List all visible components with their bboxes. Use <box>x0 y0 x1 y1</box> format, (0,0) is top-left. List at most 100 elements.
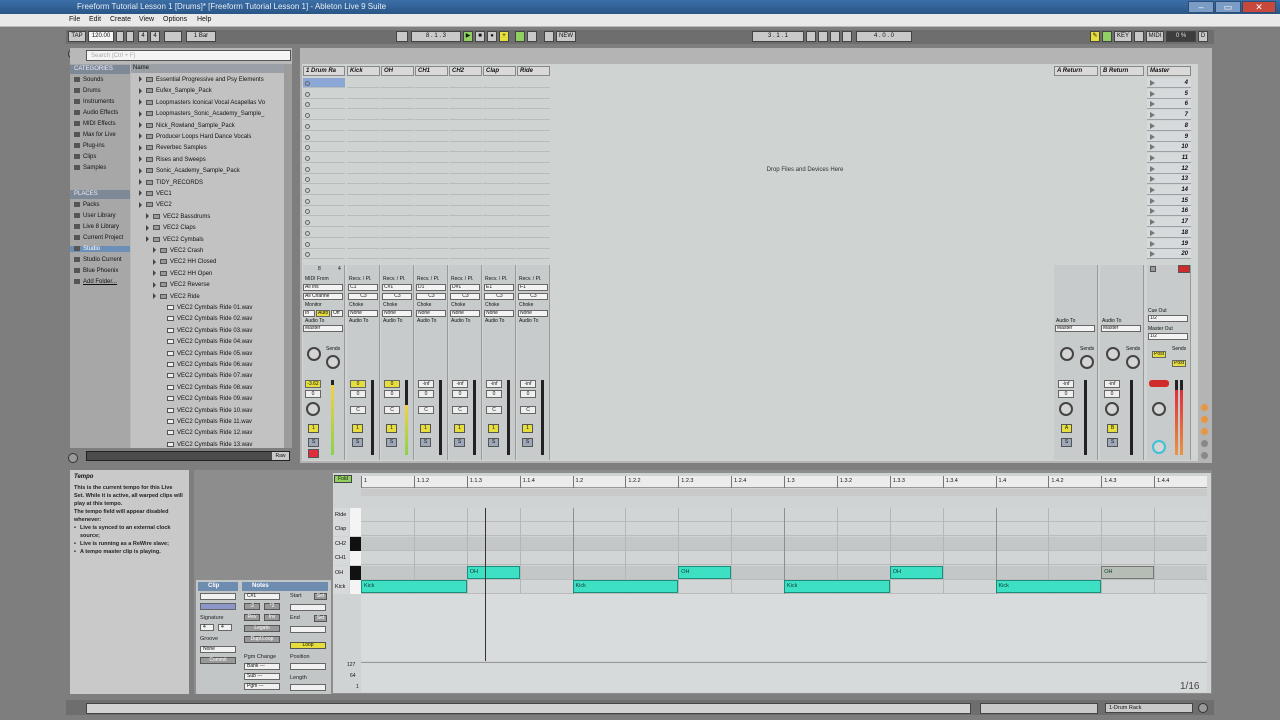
clip-slot[interactable] <box>483 239 516 249</box>
send-knob[interactable] <box>1060 347 1074 361</box>
browser-item[interactable]: Rises and Sweeps <box>139 155 206 165</box>
clip-slot[interactable] <box>483 78 516 88</box>
clip-slot[interactable] <box>483 121 516 131</box>
clip-slot[interactable] <box>347 89 380 99</box>
clip-slot[interactable] <box>415 153 448 163</box>
post-toggle-button[interactable]: Post <box>1152 351 1166 358</box>
halve-button[interactable]: :2 <box>244 603 260 610</box>
expand-arrow-icon[interactable] <box>139 156 142 163</box>
chain-activator-button[interactable]: 1 <box>454 424 465 433</box>
return-pan-field[interactable]: 0 <box>1058 390 1074 398</box>
monitor-in-button[interactable]: In <box>303 310 315 317</box>
clip-slot[interactable] <box>303 89 345 99</box>
reenable-automation-button[interactable] <box>527 31 537 42</box>
tempo-field[interactable]: 120.00 <box>88 31 114 42</box>
category-clips[interactable]: Clips <box>74 154 96 160</box>
tap-tempo-button[interactable]: TAP <box>68 31 86 42</box>
master-out-select[interactable]: 1/2 <box>1148 333 1188 340</box>
expand-arrow-icon[interactable] <box>153 247 156 254</box>
browser-scrollbar[interactable] <box>284 64 292 448</box>
expand-arrow-icon[interactable] <box>146 236 149 243</box>
clip-slot[interactable] <box>347 239 380 249</box>
clip-slot[interactable] <box>449 164 482 174</box>
browser-item[interactable]: VEC2 Cymbals Ride 02.wav <box>160 314 252 324</box>
duplicate-loop-button[interactable]: Dupl.Loop <box>244 636 280 643</box>
clip-slot[interactable] <box>483 249 516 260</box>
clip-slot[interactable] <box>449 99 482 110</box>
clip-slot[interactable] <box>381 142 414 153</box>
clip-slot[interactable] <box>449 174 482 185</box>
punch-out-button[interactable] <box>830 31 840 42</box>
slot-record-icon[interactable] <box>305 209 310 215</box>
solo-button[interactable]: S <box>308 438 319 447</box>
browser-item[interactable]: Loopmasters Iconical Vocal Acapellas Vo <box>139 98 265 108</box>
clip-slot[interactable] <box>517 132 550 142</box>
start-set-button[interactable]: Set <box>314 593 327 600</box>
clip-slot[interactable] <box>415 206 448 217</box>
browser-item[interactable]: VEC2 Cymbals Ride 03.wav <box>160 326 252 336</box>
slot-record-icon[interactable] <box>305 123 310 129</box>
start-field[interactable] <box>290 604 326 611</box>
fold-button[interactable]: Fold <box>334 475 352 483</box>
scene-launch-button[interactable]: 11 <box>1147 152 1191 163</box>
menu-help[interactable]: Help <box>197 16 211 23</box>
chain-solo-button[interactable]: S <box>488 438 499 447</box>
clip-color[interactable] <box>200 603 236 610</box>
slot-record-icon[interactable] <box>305 188 310 193</box>
chain-solo-button[interactable]: S <box>386 438 397 447</box>
midi-note[interactable]: Kick <box>784 580 890 593</box>
choke-select[interactable]: None <box>416 310 446 317</box>
clip-slot[interactable] <box>381 164 414 174</box>
clip-slot[interactable] <box>347 164 380 174</box>
browser-item[interactable]: VEC2 HH Closed <box>153 257 216 267</box>
send-knob[interactable] <box>1080 355 1094 369</box>
expand-arrow-icon[interactable] <box>146 213 149 220</box>
return-pan-field[interactable]: 0 <box>1104 390 1120 398</box>
loop-brace[interactable] <box>361 489 1207 496</box>
note-name-field[interactable]: C#1 <box>244 593 280 600</box>
return-volume-field[interactable]: -inf <box>1104 380 1120 388</box>
expand-arrow-icon[interactable] <box>139 144 142 151</box>
slot-record-icon[interactable] <box>305 166 310 172</box>
category-max-for-live[interactable]: Max for Live <box>74 132 116 138</box>
expand-arrow-icon[interactable] <box>139 87 142 94</box>
scene-launch-button[interactable]: 20 <box>1147 249 1191 260</box>
chain-center-field[interactable]: C <box>486 406 502 414</box>
pan-knob[interactable] <box>306 402 320 416</box>
clip-slot[interactable] <box>381 121 414 131</box>
browser-item[interactable]: VEC2 Cymbals Ride 09.wav <box>160 394 252 404</box>
loop-start-field[interactable]: 3 . 1 . 1 <box>752 31 804 42</box>
clip-slot[interactable] <box>483 174 516 185</box>
expand-arrow-icon[interactable] <box>139 179 142 186</box>
choke-select[interactable]: None <box>450 310 480 317</box>
clip-slot[interactable] <box>303 206 345 217</box>
track-header-6[interactable]: Ride <box>517 66 550 76</box>
clip-slot[interactable] <box>517 164 550 174</box>
slot-record-icon[interactable] <box>305 102 310 108</box>
category-drums[interactable]: Drums <box>74 88 101 94</box>
clip-slot[interactable] <box>303 164 345 174</box>
clip-slot[interactable] <box>483 164 516 174</box>
browser-item[interactable]: VEC2 Cymbals Ride 06.wav <box>160 360 252 370</box>
clip-name-field[interactable] <box>200 593 236 600</box>
browser-item[interactable]: VEC2 HH Open <box>153 269 212 279</box>
clip-slot[interactable] <box>303 99 345 110</box>
scene-launch-button[interactable]: 14 <box>1147 185 1191 195</box>
close-button[interactable]: ✕ <box>1242 1 1276 13</box>
piano-key-label[interactable]: CH1 <box>333 551 349 566</box>
clip-slot[interactable] <box>303 174 345 185</box>
velocity-editor[interactable] <box>361 662 1207 692</box>
end-field[interactable] <box>290 626 326 633</box>
chain-center-field[interactable]: C <box>520 406 536 414</box>
double-button[interactable]: *2 <box>264 603 280 610</box>
clip-slot[interactable] <box>517 142 550 153</box>
browser-item[interactable]: VEC2 Cymbals Ride 05.wav <box>160 349 252 359</box>
return-track-header[interactable]: A Return <box>1054 66 1098 76</box>
record-button[interactable]: ● <box>487 31 497 42</box>
receive-note-select[interactable]: D1 <box>416 284 446 291</box>
piano-key[interactable] <box>350 565 361 580</box>
chain-activator-button[interactable]: 1 <box>352 424 363 433</box>
clip-slot[interactable] <box>483 228 516 238</box>
scene-launch-button[interactable]: 16 <box>1147 206 1191 217</box>
clip-slot[interactable] <box>415 185 448 195</box>
